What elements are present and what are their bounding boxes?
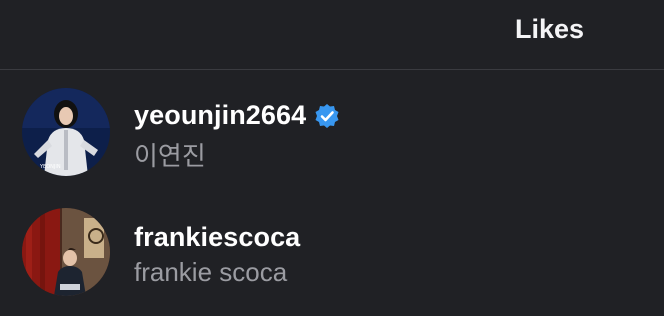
verified-badge-icon — [314, 103, 340, 129]
likes-title: Likes — [515, 14, 585, 44]
full-name: 이연진 — [134, 141, 206, 171]
username[interactable]: frankiescoca — [134, 222, 300, 253]
username[interactable]: yeounjin2664 — [134, 100, 306, 131]
avatar[interactable]: YEONJIN — [22, 88, 110, 176]
profile-photo-icon: YEONJIN — [22, 88, 110, 176]
likes-header: Likes — [0, 0, 664, 70]
like-row-yeounjin2664[interactable]: YEONJIN yeounjin2664 이연진 — [0, 82, 664, 192]
like-row-frankiescoca[interactable]: frankiescoca frankie scoca — [0, 202, 664, 312]
avatar[interactable] — [22, 208, 110, 296]
full-name: frankie scoca — [134, 257, 288, 287]
profile-photo-icon — [22, 208, 110, 296]
svg-text:YEONJIN: YEONJIN — [39, 164, 61, 170]
